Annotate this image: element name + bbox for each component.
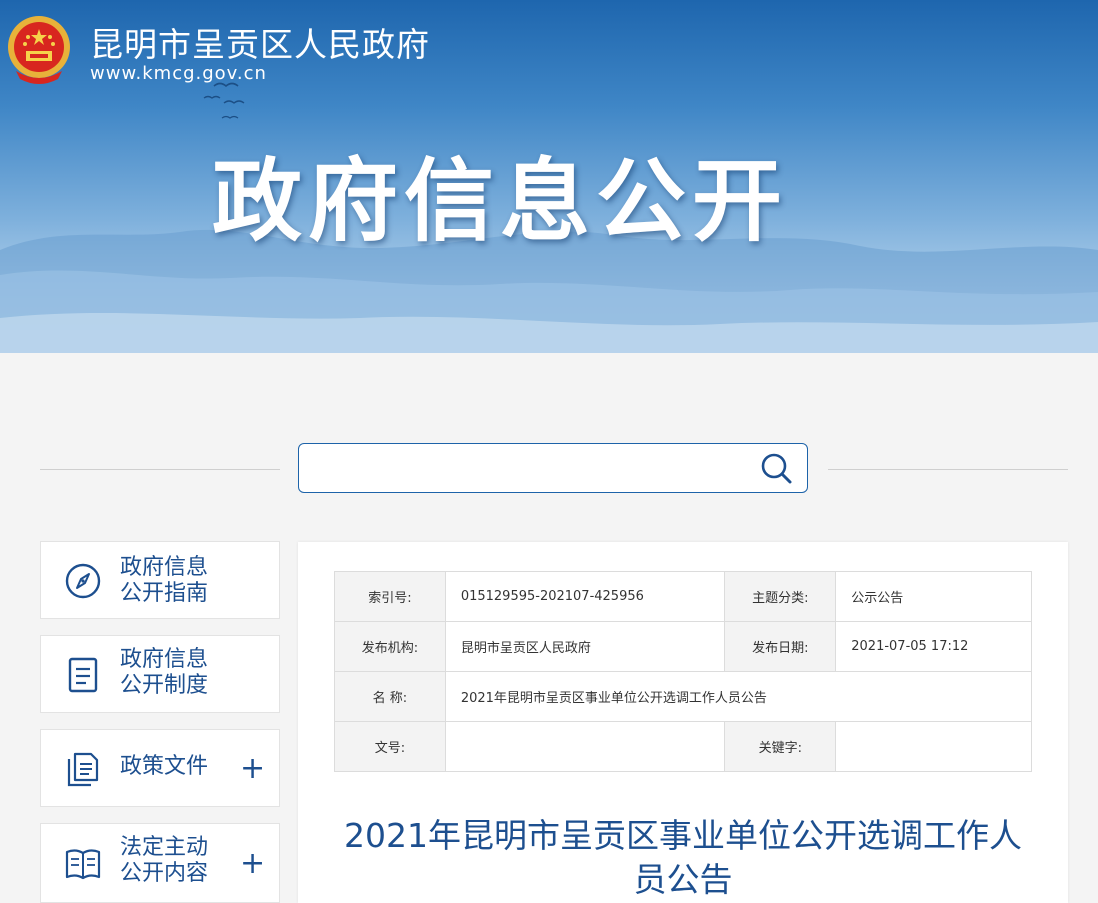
book-icon	[65, 849, 101, 880]
table-row: 文号: 关键字:	[334, 721, 1032, 772]
search-icon[interactable]	[759, 451, 795, 487]
doc-no-value	[444, 721, 726, 772]
content-panel: 索引号: 015129595-202107-425956 主题分类: 公示公告 …	[298, 542, 1068, 903]
section-title: 政府信息公开	[212, 149, 788, 254]
table-row: 名 称: 2021年昆明市呈贡区事业单位公开选调工作人员公告	[334, 671, 1033, 722]
search-input[interactable]	[309, 452, 743, 486]
name-value: 2021年昆明市呈贡区事业单位公开选调工作人员公告	[444, 671, 1033, 722]
divider-left	[40, 469, 280, 470]
publisher-label: 发布机构:	[334, 621, 446, 672]
sidebar-item-policy-files[interactable]: 政策文件 +	[40, 729, 280, 807]
publisher-value: 昆明市呈贡区人民政府	[444, 621, 726, 672]
sidebar-item-disclosure-guide[interactable]: 政府信息 公开指南	[40, 541, 280, 619]
table-row: 发布机构: 昆明市呈贡区人民政府 发布日期: 2021-07-05 17:12	[334, 621, 1032, 672]
site-name[interactable]: 昆明市呈贡区人民政府	[90, 18, 430, 66]
expand-icon[interactable]: +	[240, 849, 265, 879]
sidebar-item-label: 法定主动 公开内容	[120, 835, 209, 886]
index-no-value: 015129595-202107-425956	[444, 571, 726, 622]
topic-label: 主题分类:	[724, 571, 837, 622]
expand-icon[interactable]: +	[240, 754, 265, 784]
national-emblem-icon	[8, 16, 70, 84]
sidebar-item-disclosure-system[interactable]: 政府信息 公开制度	[40, 635, 280, 713]
name-label: 名 称:	[334, 671, 446, 722]
table-row: 索引号: 015129595-202107-425956 主题分类: 公示公告	[334, 571, 1032, 622]
sidebar-item-statutory-content[interactable]: 法定主动 公开内容 +	[40, 823, 280, 903]
sidebar-item-label: 政策文件	[120, 754, 209, 779]
divider-right	[828, 469, 1068, 470]
keywords-label: 关键字:	[724, 721, 837, 772]
metadata-table: 索引号: 015129595-202107-425956 主题分类: 公示公告 …	[334, 571, 1033, 772]
publish-date-value: 2021-07-05 17:12	[835, 621, 1032, 672]
index-no-label: 索引号:	[334, 571, 446, 622]
files-icon	[67, 752, 99, 787]
doc-no-label: 文号:	[334, 721, 446, 772]
keywords-value	[835, 721, 1032, 772]
sidebar-item-label: 政府信息 公开指南	[120, 555, 209, 606]
document-icon	[68, 657, 98, 693]
publish-date-label: 发布日期:	[724, 621, 837, 672]
search-bar	[298, 443, 808, 493]
topic-value: 公示公告	[835, 571, 1032, 622]
header-banner: 昆明市呈贡区人民政府 www.kmcg.gov.cn 政府信息公开	[0, 0, 1098, 353]
birds-decoration	[203, 82, 245, 119]
compass-icon	[65, 563, 101, 599]
document-title: 2021年昆明市呈贡区事业单位公开选调工作人员公告	[344, 816, 1022, 899]
sidebar-item-label: 政府信息 公开制度	[120, 647, 209, 698]
